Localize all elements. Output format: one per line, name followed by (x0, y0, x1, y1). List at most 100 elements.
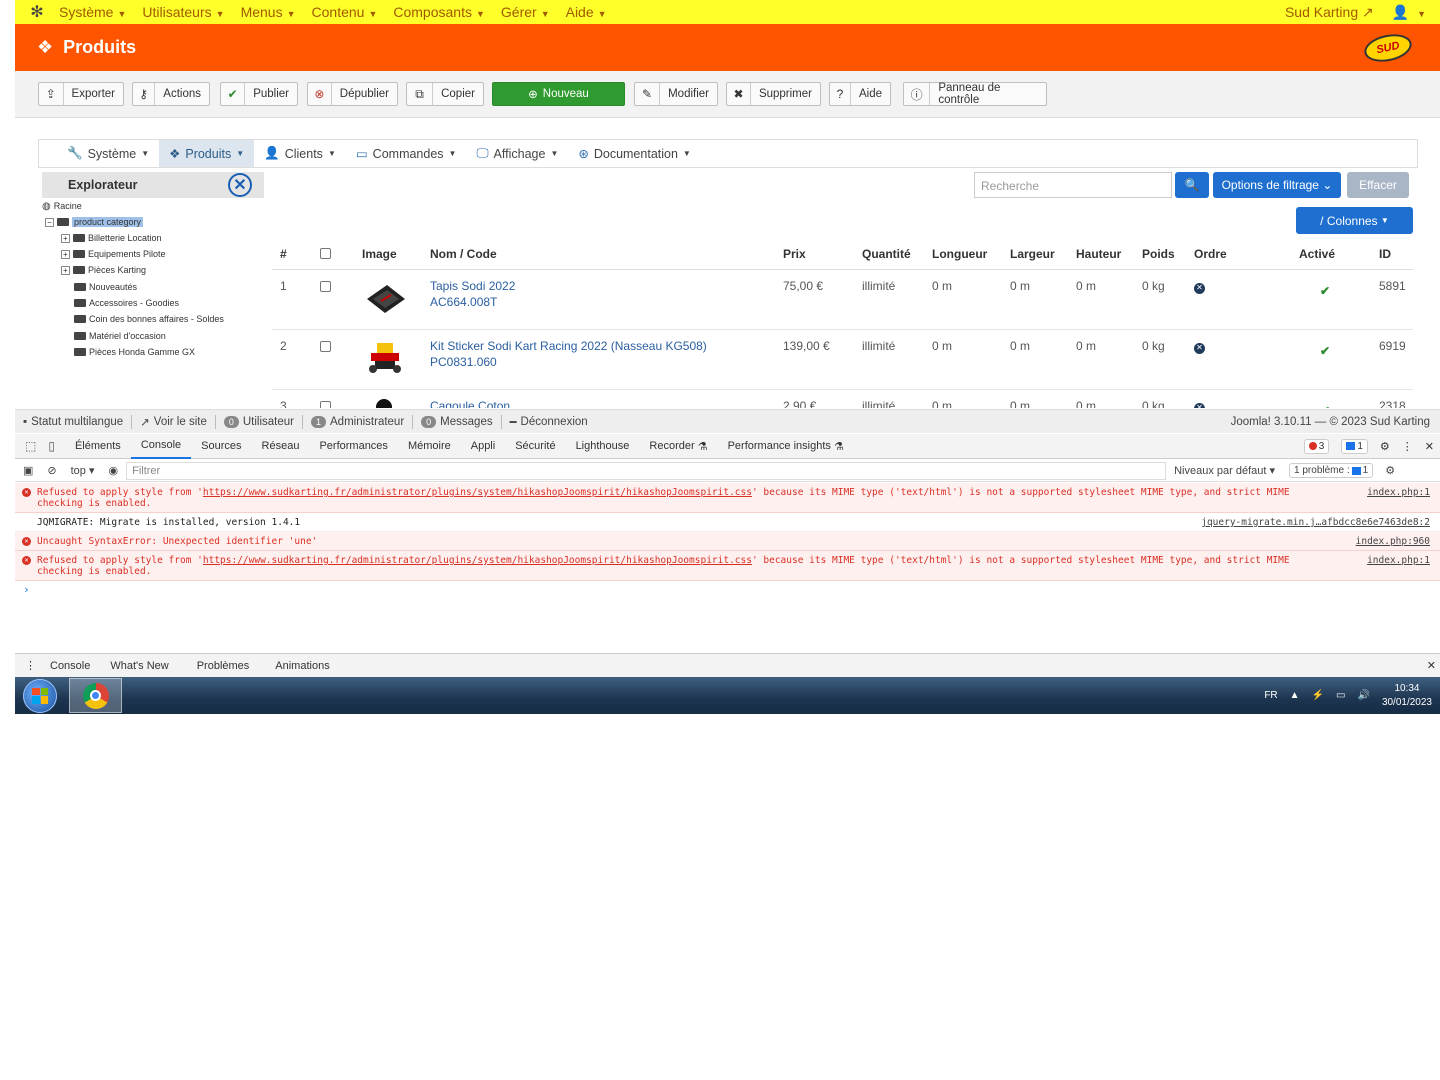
order-remove-icon[interactable]: ✕ (1194, 393, 1205, 408)
close-drawer-icon[interactable]: ✕ (1427, 659, 1436, 672)
eye-icon[interactable]: ◉ (109, 464, 119, 477)
messages-status[interactable]: 0 Messages (413, 414, 502, 429)
col-order[interactable]: Ordre (1194, 240, 1227, 268)
close-explorer-icon[interactable]: ✕ (228, 173, 252, 197)
source-link[interactable]: index.php:1 (1367, 487, 1430, 498)
product-thumbnail[interactable] (362, 336, 408, 380)
order-remove-icon[interactable]: ✕ (1194, 273, 1205, 299)
product-name-link[interactable]: Cagoule Coton (430, 398, 510, 408)
menu-systeme[interactable]: Système ▼ (59, 4, 126, 20)
error-count-badge[interactable]: 3 (1303, 438, 1330, 454)
active-check-icon[interactable]: ✔ (1320, 278, 1330, 304)
tree-item[interactable]: + Pièces Karting (61, 263, 146, 277)
console-link[interactable]: https://www.sudkarting.fr/administrator/… (203, 487, 752, 498)
nav-systeme[interactable]: 🔧 Système ▼ (57, 140, 159, 167)
edit-button[interactable]: ✎ Modifier (634, 82, 718, 106)
devtools-tab[interactable]: Performances (309, 434, 397, 459)
console-link[interactable]: https://www.sudkarting.fr/administrator/… (203, 555, 752, 566)
col-active[interactable]: Activé (1299, 240, 1335, 268)
source-link[interactable]: jquery-migrate.min.j…afbdcc8e6e7463de8:2 (1201, 517, 1430, 528)
devtools-tab[interactable]: Recorder ⚗ (639, 434, 717, 459)
col-name[interactable]: Nom / Code (430, 240, 497, 268)
devtools-tab-console[interactable]: Console (130, 434, 192, 459)
export-button[interactable]: ⇪ Exporter (38, 82, 124, 106)
search-button[interactable]: 🔍 (1175, 172, 1209, 198)
active-check-icon[interactable]: ✔ (1320, 398, 1330, 408)
tree-item[interactable]: Matériel d'occasion (74, 329, 166, 343)
new-button[interactable]: ⊕ Nouveau (492, 82, 625, 106)
tree-item[interactable]: + Billetterie Location (61, 231, 162, 245)
menu-menus[interactable]: Menus ▼ (241, 4, 296, 20)
product-thumbnail[interactable] (362, 276, 408, 320)
drawer-tab[interactable]: What's New (100, 660, 178, 672)
multilang-status[interactable]: ▪ Statut multilangue (15, 414, 133, 429)
col-price[interactable]: Prix (783, 240, 806, 268)
menu-aide[interactable]: Aide ▼ (566, 4, 607, 20)
col-length[interactable]: Longueur (932, 240, 987, 268)
console-prompt[interactable]: › (15, 581, 1440, 598)
log-levels-select[interactable]: Niveaux par défaut ▾ (1174, 464, 1275, 477)
settings-gear-icon[interactable]: ⚙ (1380, 440, 1390, 453)
source-link[interactable]: index.php:960 (1356, 536, 1430, 547)
menu-contenu[interactable]: Contenu ▼ (312, 4, 378, 20)
nav-produits[interactable]: ❖ Produits ▼ (159, 140, 255, 167)
filter-options-button[interactable]: Options de filtrage ⌄ (1213, 172, 1341, 198)
device-toolbar-icon[interactable]: ▯ (48, 439, 55, 453)
col-weight[interactable]: Poids (1142, 240, 1175, 268)
devtools-tab[interactable]: Mémoire (398, 434, 461, 459)
delete-button[interactable]: ✖ Supprimer (726, 82, 821, 106)
logout-link[interactable]: ━ Déconnexion (502, 415, 596, 429)
tree-item[interactable]: + Equipements Pilote (61, 247, 166, 261)
search-input[interactable]: Recherche (974, 172, 1172, 198)
action-center-icon[interactable]: ▭ (1336, 690, 1345, 701)
publish-button[interactable]: ✔ Publier (220, 82, 298, 106)
control-panel-button[interactable]: ⓘ Panneau de contrôle (903, 82, 1047, 106)
console-filter-input[interactable]: Filtrer (126, 461, 1167, 480)
issues-button[interactable]: 1 problème : 1 (1289, 463, 1374, 478)
drawer-menu-icon[interactable]: ⋮ (25, 659, 36, 672)
devtools-tab[interactable]: Lighthouse (566, 434, 640, 459)
network-icon[interactable]: ⚡ (1312, 690, 1324, 701)
copy-button[interactable]: ⧉ Copier (406, 82, 484, 106)
console-settings-icon[interactable]: ⚙ (1385, 464, 1395, 477)
drawer-tab[interactable]: Console (40, 660, 100, 672)
tree-item[interactable]: Nouveautés (74, 280, 137, 294)
col-width[interactable]: Largeur (1010, 240, 1055, 268)
devtools-tab[interactable]: Performance insights ⚗ (718, 434, 854, 459)
nav-commandes[interactable]: ▭ Commandes ▼ (346, 140, 467, 167)
site-link[interactable]: Sud Karting ↗ (1285, 4, 1374, 21)
product-name-link[interactable]: Kit Sticker Sodi Kart Racing 2022 (Nasse… (430, 338, 707, 370)
clock[interactable]: 10:34 30/01/2023 (1382, 682, 1432, 710)
devtools-tab[interactable]: Éléments (65, 434, 131, 459)
view-site-link[interactable]: ↗ Voir le site (132, 414, 216, 429)
nav-documentation[interactable]: ⊛ Documentation ▼ (568, 140, 700, 167)
col-id[interactable]: ID (1379, 240, 1391, 268)
devtools-tab[interactable]: Sécurité (505, 434, 565, 459)
active-check-icon[interactable]: ✔ (1320, 338, 1330, 364)
sidebar-toggle-icon[interactable]: ▣ (23, 464, 33, 477)
tree-item[interactable]: Pièces Honda Gamme GX (74, 345, 195, 359)
more-options-icon[interactable]: ⋮ (1402, 440, 1413, 453)
row-checkbox[interactable] (320, 393, 331, 408)
drawer-tab[interactable]: Problèmes (187, 660, 260, 672)
chrome-taskbar-button[interactable] (69, 678, 122, 713)
users-status[interactable]: 0 Utilisateur (216, 414, 303, 429)
actions-button[interactable]: ⚷ Actions (132, 82, 210, 106)
devtools-tab[interactable]: Réseau (252, 434, 310, 459)
nav-clients[interactable]: 👤 Clients ▼ (254, 140, 346, 167)
nav-affichage[interactable]: 🖵 Affichage ▼ (466, 140, 568, 167)
unpublish-button[interactable]: ⊗ Dépublier (307, 82, 398, 106)
row-checkbox[interactable] (320, 273, 331, 301)
admins-status[interactable]: 1 Administrateur (303, 414, 414, 429)
select-all-checkbox[interactable] (320, 240, 331, 269)
menu-gerer[interactable]: Gérer ▼ (501, 4, 550, 20)
tree-root[interactable]: ◍ Racine (42, 199, 82, 213)
help-button[interactable]: ? Aide (829, 82, 891, 106)
order-remove-icon[interactable]: ✕ (1194, 333, 1205, 359)
source-link[interactable]: index.php:1 (1367, 555, 1430, 566)
inspect-element-icon[interactable]: ⬚ (25, 439, 36, 453)
tree-product-category[interactable]: − product category (45, 215, 144, 229)
tree-item[interactable]: Coin des bonnes affaires - Soldes (74, 312, 224, 326)
menu-utilisateurs[interactable]: Utilisateurs ▼ (142, 4, 224, 20)
tray-expand-icon[interactable]: ▲ (1290, 690, 1300, 701)
